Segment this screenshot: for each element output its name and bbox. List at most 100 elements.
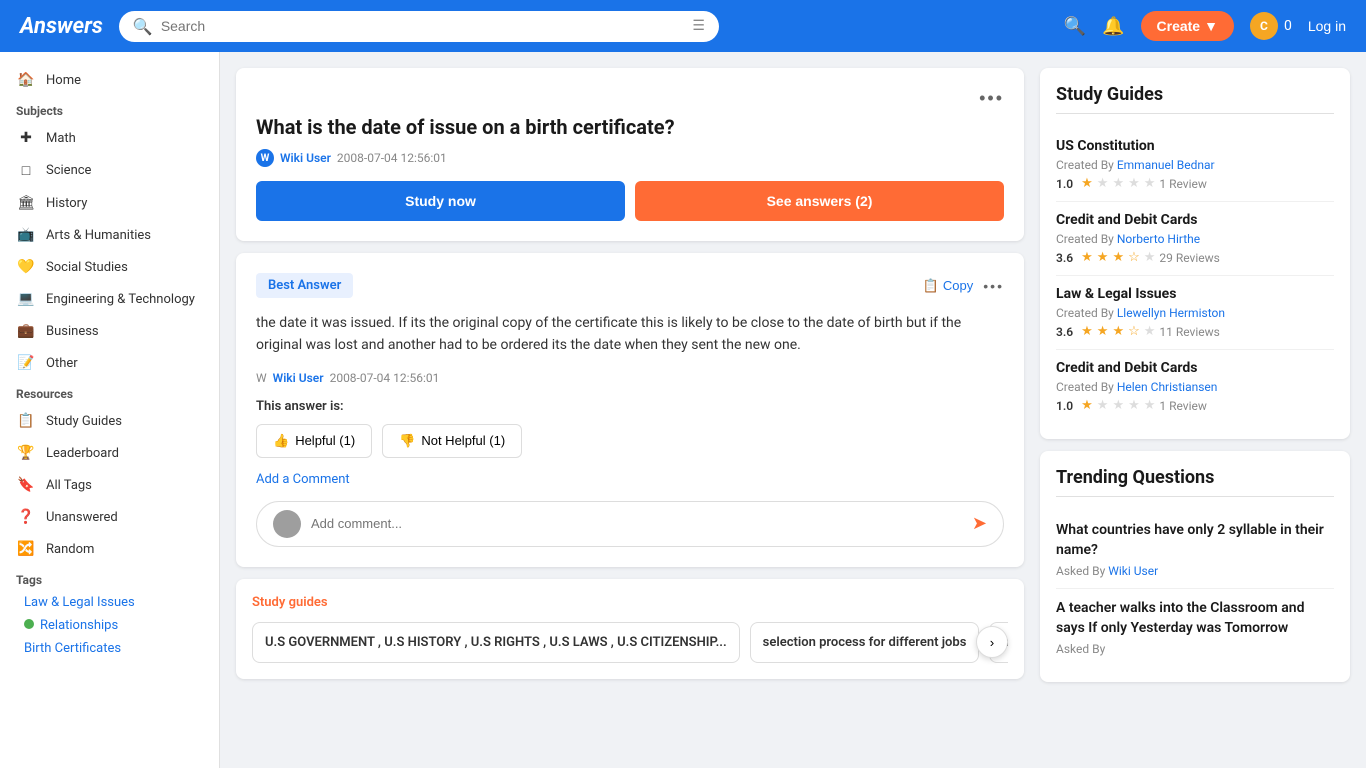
study-guide-stars-1: 3.6 ★★★☆★ 29 Reviews [1056,250,1334,265]
engineering-icon: 💻 [16,291,36,307]
study-guide-creator-2[interactable]: Llewellyn Hermiston [1117,306,1225,320]
helpful-button[interactable]: 👍 Helpful (1) [256,424,372,458]
study-guides-icon: 📋 [16,413,36,429]
dot-icon [24,619,34,629]
copy-button[interactable]: 📋 Copy [923,278,974,294]
notification-button[interactable]: 🔔 [1102,16,1124,37]
sidebar-item-science[interactable]: □ Science [0,154,219,187]
leaderboard-icon: 🏆 [16,445,36,461]
copy-icon: 📋 [923,278,939,294]
right-column: Study Guides US Constitution Created By … [1040,68,1350,752]
user-coins: C 0 [1250,12,1292,40]
subjects-label: Subjects [0,96,219,122]
carousel-next-button[interactable]: › [976,626,1008,658]
question-actions: Study now See answers (2) [256,181,1004,221]
study-guide-item-meta-0: Created By Emmanuel Bednar [1056,158,1334,172]
study-guide-item-title-2[interactable]: Law & Legal Issues [1056,286,1334,302]
study-guide-item-3: Credit and Debit Cards Created By Helen … [1056,350,1334,423]
answer-author-icon: W [256,371,267,385]
coin-count: 0 [1284,18,1292,34]
study-guide-item-meta-3: Created By Helen Christiansen [1056,380,1334,394]
trending-questions-title: Trending Questions [1056,467,1334,497]
question-meta: W Wiki User 2008-07-04 12:56:01 [256,149,1004,167]
comment-avatar [273,510,301,538]
login-button[interactable]: Log in [1308,18,1346,34]
trending-asker-0[interactable]: Wiki User [1108,564,1158,578]
question-menu-button[interactable]: ••• [979,88,1004,109]
study-guide-item-title-1[interactable]: Credit and Debit Cards [1056,212,1334,228]
sidebar-item-other[interactable]: 📝 Other [0,347,219,379]
question-timestamp: 2008-07-04 12:56:01 [337,151,447,165]
business-icon: 💼 [16,323,36,339]
sidebar-item-history[interactable]: 🏛 History [0,187,219,219]
study-guide-creator-0[interactable]: Emmanuel Bednar [1117,158,1215,172]
study-guide-item-title-0[interactable]: US Constitution [1056,138,1334,154]
study-guide-creator-3[interactable]: Helen Christiansen [1117,380,1218,394]
question-author: Wiki User [280,151,331,165]
trending-item-meta-1: Asked By [1056,642,1334,656]
unanswered-icon: ❓ [16,509,36,525]
sidebar-item-social-studies[interactable]: 💛 Social Studies [0,251,219,283]
all-tags-icon: 🔖 [16,477,36,493]
sidebar-tag-birth-certificates[interactable]: Birth Certificates [0,637,219,660]
search-input[interactable] [161,18,685,34]
filter-icon[interactable]: ☰ [692,18,705,34]
comment-input[interactable] [311,516,962,531]
sidebar-item-study-guides[interactable]: 📋 Study Guides [0,405,219,437]
thumbs-down-icon: 👎 [399,433,415,449]
sidebar-item-home[interactable]: 🏠 Home [0,64,219,96]
sidebar-item-unanswered[interactable]: ❓ Unanswered [0,501,219,533]
trending-item-0: What countries have only 2 syllable in t… [1056,511,1334,589]
coin-icon: C [1250,12,1278,40]
comment-send-button[interactable]: ➤ [972,513,987,534]
not-helpful-button[interactable]: 👎 Not Helpful (1) [382,424,522,458]
social-studies-icon: 💛 [16,259,36,275]
center-column: ••• What is the date of issue on a birth… [236,68,1024,752]
header-right: 🔍 🔔 Create ▼ C 0 Log in [1064,11,1346,41]
resources-label: Resources [0,379,219,405]
study-now-button[interactable]: Study now [256,181,625,221]
science-icon: □ [16,162,36,179]
trending-item-meta-0: Asked By Wiki User [1056,564,1334,578]
answer-header: Best Answer 📋 Copy ••• [256,273,1004,298]
study-guides-tag: Study guides [252,595,1008,610]
sidebar-item-math[interactable]: ✚ Math [0,122,219,154]
study-guide-card-1[interactable]: selection process for different jobs [750,622,980,663]
other-icon: 📝 [16,355,36,371]
header: Answers 🔍 ☰ 🔍 🔔 Create ▼ C 0 Log in [0,0,1366,52]
add-comment-link[interactable]: Add a Comment [256,472,1004,487]
trending-item-title-1[interactable]: A teacher walks into the Classroom and s… [1056,599,1334,638]
create-button[interactable]: Create ▼ [1141,11,1234,41]
study-guide-card-0[interactable]: U.S GOVERNMENT , U.S HISTORY , U.S RIGHT… [252,622,740,663]
answer-menu-button[interactable]: ••• [983,278,1004,294]
study-guide-stars-3: 1.0 ★★★★★ 1 Review [1056,398,1334,413]
tags-label: Tags [0,565,219,591]
arts-icon: 📺 [16,227,36,243]
sidebar-item-engineering[interactable]: 💻 Engineering & Technology [0,283,219,315]
search-button[interactable]: 🔍 [1064,16,1086,37]
see-answers-button[interactable]: See answers (2) [635,181,1004,221]
sidebar-item-random[interactable]: 🔀 Random [0,533,219,565]
study-guide-item-2: Law & Legal Issues Created By Llewellyn … [1056,276,1334,350]
answer-timestamp: 2008-07-04 12:56:01 [330,371,440,385]
sidebar-item-all-tags[interactable]: 🔖 All Tags [0,469,219,501]
sidebar-tag-relationships[interactable]: Relationships [0,614,219,637]
sidebar-item-business[interactable]: 💼 Business [0,315,219,347]
study-guide-item-title-3[interactable]: Credit and Debit Cards [1056,360,1334,376]
right-study-guides-card: Study Guides US Constitution Created By … [1040,68,1350,439]
answer-text: the date it was issued. If its the origi… [256,312,1004,357]
question-title: What is the date of issue on a birth cer… [256,115,1004,139]
thumbs-up-icon: 👍 [273,433,289,449]
study-guides-carousel-wrapper: U.S GOVERNMENT , U.S HISTORY , U.S RIGHT… [252,622,1008,663]
study-guide-creator-1[interactable]: Norberto Hirthe [1117,232,1200,246]
answer-meta: W Wiki User 2008-07-04 12:56:01 [256,371,1004,385]
trending-item-title-0[interactable]: What countries have only 2 syllable in t… [1056,521,1334,560]
sidebar-item-arts-humanities[interactable]: 📺 Arts & Humanities [0,219,219,251]
study-guide-item-0: US Constitution Created By Emmanuel Bedn… [1056,128,1334,202]
trending-item-1: A teacher walks into the Classroom and s… [1056,589,1334,666]
wiki-user-icon: W [256,149,274,167]
comment-input-row: ➤ [256,501,1004,547]
answer-rating-label: This answer is: [256,399,1004,414]
sidebar-tag-law[interactable]: Law & Legal Issues [0,591,219,614]
sidebar-item-leaderboard[interactable]: 🏆 Leaderboard [0,437,219,469]
